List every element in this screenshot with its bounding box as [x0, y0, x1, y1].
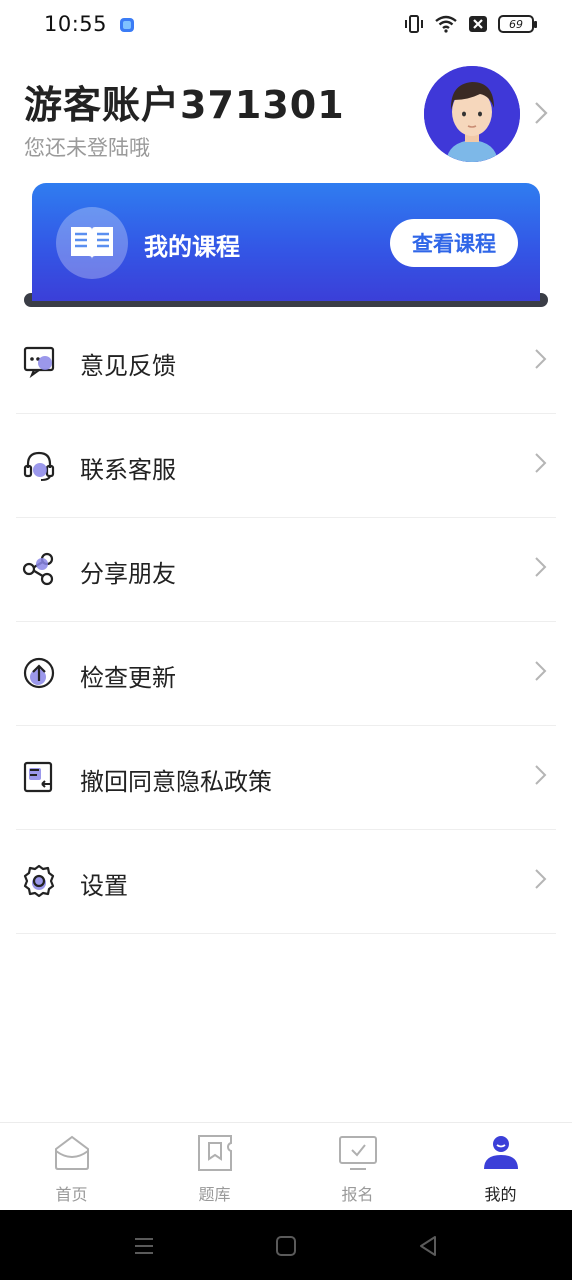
question-bank-icon [197, 1135, 232, 1171]
wifi-icon [435, 15, 457, 33]
tab-label: 首页 [55, 1185, 88, 1204]
privacy-revoke-icon [23, 761, 53, 793]
menu-item-customer-service[interactable]: 联系客服 [16, 414, 556, 518]
menu-label: 撤回同意隐私政策 [80, 768, 272, 796]
app-notification-icon [120, 18, 134, 32]
tab-signup[interactable]: 报名 [286, 1123, 429, 1211]
sim-off-icon [469, 16, 487, 32]
chevron-right-icon [535, 349, 547, 369]
signup-icon [338, 1136, 377, 1170]
my-course-card: 我的课程 查看课程 [24, 183, 548, 309]
chevron-right-icon [535, 765, 547, 785]
home-icon [54, 1135, 89, 1170]
avatar-icon[interactable] [424, 66, 520, 162]
feedback-icon [23, 346, 55, 378]
menu-label: 设置 [80, 872, 128, 900]
menu-label: 检查更新 [80, 664, 176, 692]
vibrate-icon [405, 15, 423, 33]
username: 游客账户371301 [24, 83, 345, 127]
menu-icon[interactable] [132, 1234, 156, 1258]
system-navigation-bar [0, 1210, 572, 1280]
settings-icon [23, 864, 55, 898]
chevron-right-icon[interactable] [532, 100, 550, 126]
menu-item-settings[interactable]: 设置 [16, 830, 556, 934]
chevron-right-icon [535, 453, 547, 473]
book-icon [56, 207, 128, 279]
chevron-right-icon [535, 869, 547, 889]
share-icon [22, 552, 54, 586]
profile-header[interactable]: 游客账户371301 您还未登陆哦 [0, 52, 572, 182]
login-hint: 您还未登陆哦 [24, 136, 150, 160]
headset-icon [23, 451, 55, 481]
status-time: 10:55 [44, 12, 108, 36]
tab-label: 报名 [341, 1185, 374, 1204]
profile-icon [483, 1136, 518, 1169]
battery-icon: 69 [498, 15, 537, 33]
view-course-button[interactable]: 查看课程 [390, 219, 518, 267]
tab-profile[interactable]: 我的 [429, 1123, 572, 1211]
menu-item-check-update[interactable]: 检查更新 [16, 622, 556, 726]
menu-label: 分享朋友 [80, 560, 176, 588]
status-icons: 69 [404, 14, 537, 34]
status-bar: 10:55 69 [0, 0, 572, 52]
chevron-right-icon [535, 661, 547, 681]
back-icon[interactable] [416, 1234, 440, 1258]
tab-question-bank[interactable]: 题库 [143, 1123, 286, 1211]
tab-label: 题库 [198, 1185, 231, 1204]
update-icon [23, 657, 55, 689]
menu-label: 意见反馈 [80, 352, 176, 380]
menu-item-share[interactable]: 分享朋友 [16, 518, 556, 622]
course-card[interactable]: 我的课程 查看课程 [32, 183, 540, 301]
tab-label: 我的 [484, 1185, 517, 1204]
menu-label: 联系客服 [80, 456, 176, 484]
menu-list: 意见反馈 联系客服 分享朋友 检查更新 撤回同意隐私政策 设置 [0, 310, 572, 934]
menu-item-privacy-revoke[interactable]: 撤回同意隐私政策 [16, 726, 556, 830]
chevron-right-icon [535, 557, 547, 577]
tab-home[interactable]: 首页 [0, 1123, 143, 1211]
bottom-tab-bar: 首页 题库 报名 我的 [0, 1122, 572, 1210]
course-title: 我的课程 [144, 233, 240, 261]
home-button-icon[interactable] [274, 1234, 298, 1258]
menu-item-feedback[interactable]: 意见反馈 [16, 310, 556, 414]
